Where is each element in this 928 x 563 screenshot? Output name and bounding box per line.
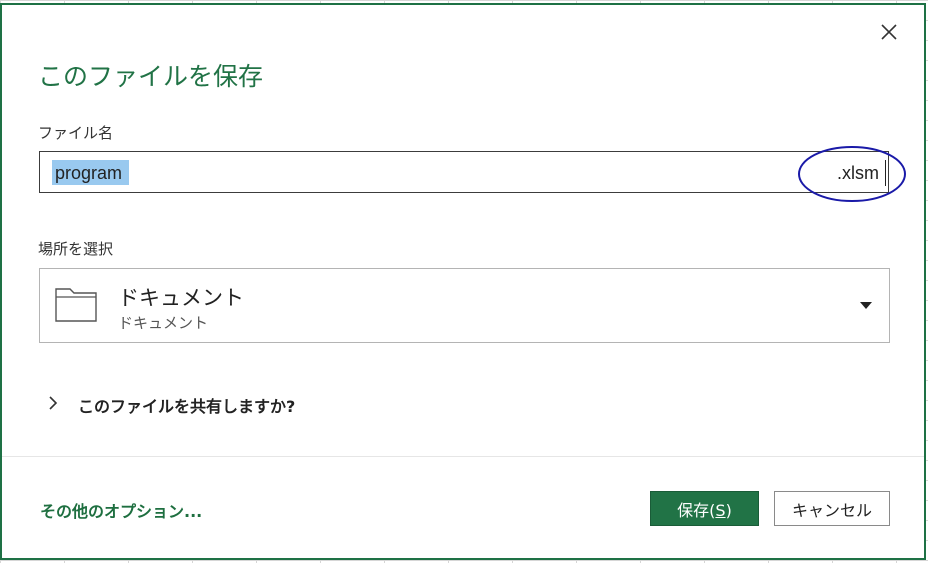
share-label: このファイルを共有しますか? [78, 397, 296, 416]
more-options-link[interactable]: その他のオプション... [40, 498, 202, 522]
cancel-button-label: キャンセル [791, 500, 872, 520]
dialog-title: このファイルを保存 [38, 62, 264, 91]
close-button[interactable] [872, 17, 906, 47]
share-expander[interactable]: このファイルを共有しますか? [48, 390, 308, 416]
location-label: 場所を選択 [38, 240, 114, 258]
filename-label: ファイル名 [38, 124, 114, 142]
annotation-circle [798, 146, 906, 202]
save-file-dialog: このファイルを保存 ファイル名 program .xlsm 場所を選択 ドキュメ… [0, 3, 926, 560]
save-button[interactable]: 保存(S) [650, 491, 759, 526]
location-path: ドキュメント [118, 314, 209, 332]
filename-input[interactable]: program [55, 163, 122, 184]
cancel-button[interactable]: キャンセル [774, 491, 890, 526]
save-button-label: 保存(S) [677, 500, 732, 520]
folder-icon [55, 288, 97, 322]
chevron-down-icon [860, 302, 872, 309]
accelerator-key: S [715, 500, 726, 520]
chevron-right-icon [49, 396, 58, 410]
filename-field[interactable]: program .xlsm [39, 151, 889, 193]
location-name: ドキュメント [118, 286, 244, 310]
footer-divider [2, 456, 924, 457]
close-icon [881, 24, 897, 40]
location-dropdown[interactable]: ドキュメント ドキュメント [39, 268, 890, 343]
